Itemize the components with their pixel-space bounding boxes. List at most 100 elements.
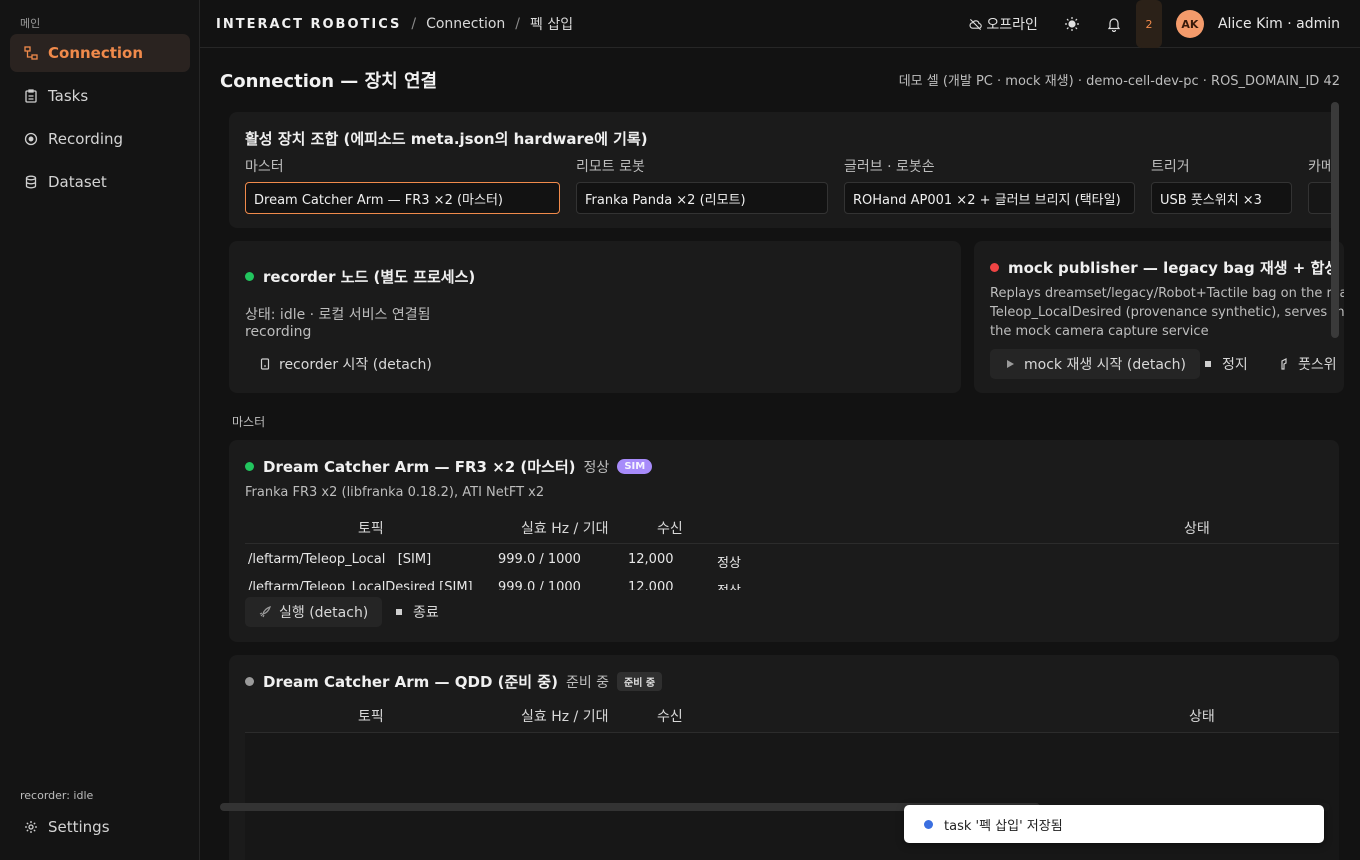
device1-end-button[interactable]: 종료 xyxy=(379,597,453,627)
camera-label: 카메 xyxy=(1308,159,1334,175)
cloud-off-icon xyxy=(969,18,986,31)
mock-publisher-card: mock publisher — legacy bag 재생 + 합성 명령 채… xyxy=(974,241,1344,393)
sidebar-nav: Connection Tasks Recording Dataset xyxy=(10,34,190,206)
combo-title: 활성 장치 조합 (에피소드 meta.json의 hardware에 기록) xyxy=(245,130,648,148)
breadcrumb-current: 펙 삽입 xyxy=(530,17,574,33)
sidebar-item-tasks[interactable]: Tasks xyxy=(10,77,190,115)
publisher-title-row: mock publisher — legacy bag 재생 + 합성 명령 채… xyxy=(990,257,1344,278)
master-label: 마스터 xyxy=(245,159,284,175)
breadcrumb-separator: / xyxy=(411,16,417,32)
footswitch-icon xyxy=(1278,358,1298,370)
sim-badge: SIM xyxy=(617,459,653,474)
box-icon xyxy=(259,358,279,370)
master-select[interactable]: Dream Catcher Arm — FR3 ×2 (마스터) xyxy=(245,182,560,214)
recorder-status-text-2: recording xyxy=(245,324,312,340)
toast-text: task '펙 삽입' 저장됨 xyxy=(944,818,1063,834)
col-hz: 실효 Hz / 기대 xyxy=(521,521,609,537)
col-status: 상태 xyxy=(1184,521,1210,537)
mock-stop-button[interactable]: 정지 xyxy=(1188,349,1262,379)
publisher-desc-line-1: Replays dreamset/legacy/Robot+Tactile ba… xyxy=(990,286,1344,301)
device1-title-row: Dream Catcher Arm — FR3 ×2 (마스터) 정상 SIM xyxy=(245,456,653,477)
avatar[interactable]: AK xyxy=(1175,10,1204,38)
offline-indicator[interactable]: 오프라인 xyxy=(969,14,1038,34)
sidebar: 메인 Connection Tasks Recording Dataset re… xyxy=(0,0,200,860)
remote-robot-label: 리모트 로봇 xyxy=(576,159,645,175)
sidebar-item-recording[interactable]: Recording xyxy=(10,120,190,158)
device1-name: Dream Catcher Arm — FR3 ×2 (마스터) xyxy=(263,458,576,476)
device2-state: 준비 중 xyxy=(565,674,610,691)
sidebar-section-label: 메인 xyxy=(20,17,41,30)
brand-logo[interactable]: INTERACT ROBOTICS xyxy=(216,17,401,32)
device1-state: 정상 xyxy=(583,459,610,476)
recorder-start-button[interactable]: recorder 시작 (detach) xyxy=(245,349,446,379)
sidebar-item-label: Tasks xyxy=(48,87,89,105)
page-title: Connection — 장치 연결 xyxy=(220,71,438,92)
notification-count-badge[interactable]: 2 xyxy=(1135,0,1162,48)
row-hz: 999.0 / 1000 xyxy=(498,580,581,590)
user-name-role[interactable]: Alice Kim · admin xyxy=(1218,16,1340,32)
row-topic: /leftarm/Teleop_LocalDesired [SIM] xyxy=(248,580,473,590)
col-hz: 실효 Hz / 기대 xyxy=(521,709,609,725)
recorder-status: recorder: idle xyxy=(20,789,94,802)
stop-icon xyxy=(393,606,413,618)
breadcrumb-separator: / xyxy=(515,16,520,32)
trigger-label: 트리거 xyxy=(1151,159,1190,175)
top-bar: INTERACT ROBOTICS / Connection / 펙 삽입 오프… xyxy=(200,0,1360,48)
recorder-status-text: 상태: idle · 로컬 서비스 연결됨 xyxy=(245,307,431,323)
header-actions: 오프라인 2 AK Alice Kim · admin xyxy=(969,0,1340,48)
theme-toggle-icon[interactable] xyxy=(1064,16,1080,32)
col-topic: 토픽 xyxy=(358,521,384,537)
recorder-title-row: recorder 노드 (별도 프로세스) xyxy=(245,266,475,287)
environment-info: 데모 셀 (개발 PC · mock 재생) · demo-cell-dev-p… xyxy=(898,74,1340,89)
device1-run-label: 실행 (detach) xyxy=(279,605,369,621)
active-device-combo-card: 활성 장치 조합 (에피소드 meta.json의 hardware에 기록) … xyxy=(229,112,1339,228)
glove-hand-label: 글러브 · 로봇손 xyxy=(844,159,935,175)
master-section-label: 마스터 xyxy=(232,415,266,429)
table-row: /leftarm/Teleop_LocalDesired [SIM] 999.0… xyxy=(229,574,1339,590)
publisher-desc-line-2: Teleop_LocalDesired (provenance syntheti… xyxy=(990,305,1344,320)
sim-tag: [SIM] xyxy=(439,580,473,590)
device2-status-dot xyxy=(245,677,254,686)
device1-subtitle: Franka FR3 x2 (libfranka 0.18.2), ATI Ne… xyxy=(245,485,545,500)
publisher-status-dot xyxy=(990,263,999,272)
table-row: /leftarm/Teleop_Local [SIM] 999.0 / 1000… xyxy=(229,544,1339,574)
mock-play-label: mock 재생 시작 (detach) xyxy=(1024,357,1186,373)
device-card-fr3: Dream Catcher Arm — FR3 ×2 (마스터) 정상 SIM … xyxy=(229,440,1339,642)
remote-robot-select[interactable]: Franka Panda ×2 (리모트) xyxy=(576,182,828,214)
clipboard-icon xyxy=(24,89,38,103)
sidebar-item-label: Connection xyxy=(48,44,144,62)
publisher-title: mock publisher — legacy bag 재생 + 합성 명령 채… xyxy=(1008,259,1344,277)
col-recv: 수신 xyxy=(657,709,683,725)
sim-tag: [SIM] xyxy=(397,552,432,567)
row-topic: /leftarm/Teleop_Local [SIM] xyxy=(248,552,431,567)
bell-icon[interactable] xyxy=(1106,16,1122,32)
breadcrumb-connection[interactable]: Connection xyxy=(426,16,505,32)
row-recv: 12,000 xyxy=(628,580,674,590)
recorder-status-dot xyxy=(245,272,254,281)
breadcrumb: INTERACT ROBOTICS / Connection / 펙 삽입 xyxy=(216,0,573,48)
sidebar-item-connection[interactable]: Connection xyxy=(10,34,190,72)
device1-topic-table: /leftarm/Teleop_Local [SIM] 999.0 / 1000… xyxy=(229,544,1339,590)
device2-title-row: Dream Catcher Arm — QDD (준비 중) 준비 중 준비 중 xyxy=(245,671,663,692)
topic-name: /leftarm/Teleop_Local xyxy=(248,552,386,567)
offline-label: 오프라인 xyxy=(986,17,1038,33)
glove-hand-select[interactable]: ROHand AP001 ×2 + 글러브 브리지 (택타일) xyxy=(844,182,1135,214)
trigger-select[interactable]: USB 풋스위치 ×3 xyxy=(1151,182,1292,214)
mock-stop-label: 정지 xyxy=(1222,357,1248,373)
toast-notification[interactable]: task '펙 삽입' 저장됨 xyxy=(904,805,1324,843)
recorder-node-card: recorder 노드 (별도 프로세스) 상태: idle · 로컬 서비스 … xyxy=(229,241,961,393)
publisher-desc-line-3: the mock camera capture service xyxy=(990,324,1209,339)
footswitch-button[interactable]: 풋스위 xyxy=(1264,349,1344,379)
device1-run-button[interactable]: 실행 (detach) xyxy=(245,597,383,627)
device1-end-label: 종료 xyxy=(413,605,439,621)
sidebar-item-dataset[interactable]: Dataset xyxy=(10,163,190,201)
sidebar-item-label: Dataset xyxy=(48,173,107,191)
mock-play-button[interactable]: mock 재생 시작 (detach) xyxy=(990,349,1200,379)
connection-icon xyxy=(24,46,38,60)
device1-status-dot xyxy=(245,462,254,471)
sidebar-item-settings[interactable]: Settings xyxy=(10,810,190,844)
record-icon xyxy=(24,132,38,146)
main-content: Connection — 장치 연결 데모 셀 (개발 PC · mock 재생… xyxy=(200,49,1360,860)
vertical-scrollbar[interactable] xyxy=(1331,102,1339,338)
play-icon xyxy=(1004,358,1024,370)
